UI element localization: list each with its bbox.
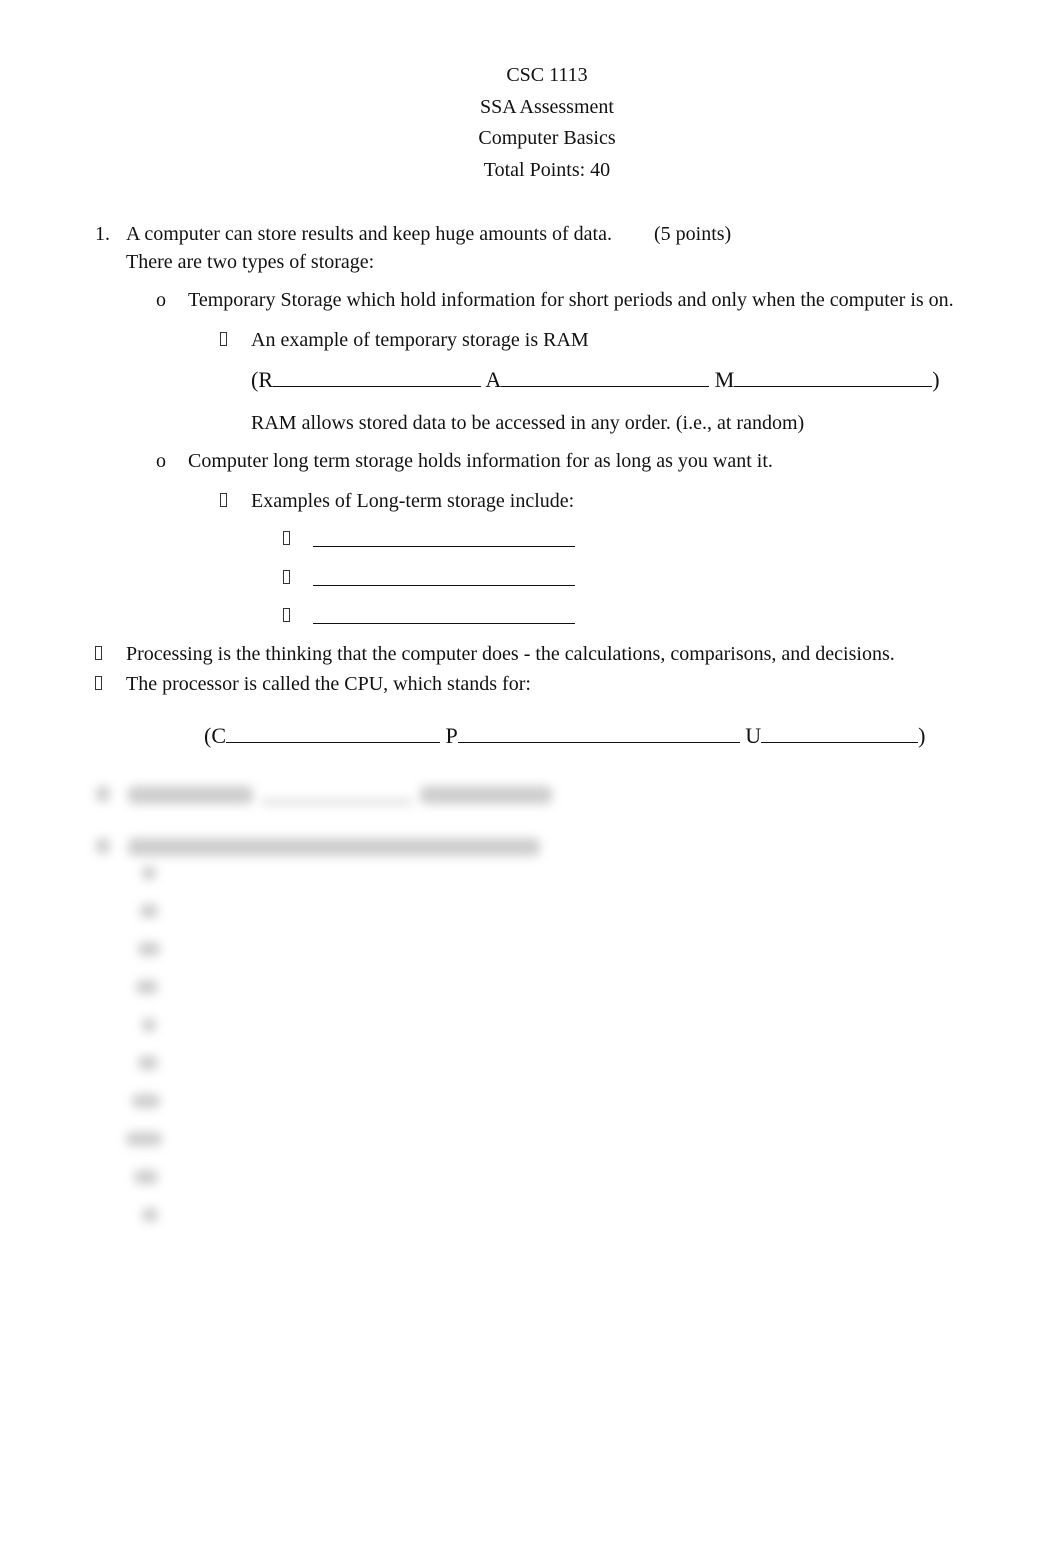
paren-close: ) xyxy=(932,367,940,392)
ram-letter-r: R xyxy=(258,367,274,392)
processing-text: Processing is the thinking that the comp… xyxy=(126,643,895,665)
blurred-list-marker xyxy=(140,904,158,918)
blurred-text xyxy=(128,838,540,856)
blurred-text xyxy=(420,786,552,804)
storage-intro: There are two types of storage: xyxy=(126,251,375,273)
blurred-list-marker xyxy=(126,1132,162,1146)
sub-bullet-icon: o xyxy=(156,450,166,472)
topic-title: Computer Basics xyxy=(478,127,616,149)
total-points: Total Points: 40 xyxy=(483,159,611,181)
cpu-letter-c: C xyxy=(211,723,227,748)
assessment-title: SSA Assessment xyxy=(480,96,614,118)
ram-blank-r[interactable] xyxy=(273,368,482,387)
bullet-square-icon xyxy=(95,676,102,690)
blurred-list-marker xyxy=(142,866,156,880)
cpu-blank-p[interactable] xyxy=(457,724,740,743)
question-points: (5 points) xyxy=(654,223,732,245)
blurred-list-marker xyxy=(136,980,158,994)
ram-note: RAM allows stored data to be accessed in… xyxy=(251,412,805,434)
bullet-square-icon xyxy=(283,608,290,622)
sub-bullet-icon: o xyxy=(156,289,166,311)
cpu-acronym-fill: (C P U) xyxy=(204,724,925,748)
bullet-square-icon xyxy=(220,493,227,507)
ram-letter-m: M xyxy=(714,367,735,392)
cpu-blank-u[interactable] xyxy=(761,724,919,743)
cpu-letter-u: U xyxy=(745,723,762,748)
ram-letter-a: A xyxy=(485,367,502,392)
paren-close: ) xyxy=(918,723,926,748)
blurred-blank xyxy=(262,800,412,804)
bullet-square-icon xyxy=(220,332,227,346)
bullet-square-icon xyxy=(283,570,290,584)
ram-example-text: An example of temporary storage is RAM xyxy=(251,329,589,351)
blurred-list-marker xyxy=(138,942,160,956)
long-term-answer-blank-3[interactable] xyxy=(313,605,575,624)
bullet-square-icon xyxy=(95,646,102,660)
blurred-list-marker xyxy=(142,1018,156,1032)
question-number: 1. xyxy=(95,223,110,245)
ram-acronym-fill: (R A M) xyxy=(251,368,940,392)
question-text: A computer can store results and keep hu… xyxy=(126,223,612,245)
bullet-square-icon xyxy=(283,531,290,545)
blurred-list-marker xyxy=(132,1094,160,1108)
cpu-letter-p: P xyxy=(445,723,458,748)
blurred-list-marker xyxy=(134,1170,158,1184)
course-code: CSC 1113 xyxy=(506,64,588,86)
blurred-list-marker xyxy=(138,1056,158,1070)
cpu-blank-c[interactable] xyxy=(226,724,441,743)
long-term-storage-text: Computer long term storage holds informa… xyxy=(188,450,773,472)
blurred-text xyxy=(128,786,253,804)
long-term-examples-intro: Examples of Long-term storage include: xyxy=(251,490,575,512)
blurred-bullet xyxy=(96,786,110,802)
ram-blank-m[interactable] xyxy=(734,368,933,387)
blurred-list-marker xyxy=(142,1208,158,1222)
long-term-answer-blank-2[interactable] xyxy=(313,567,575,586)
blurred-bullet xyxy=(96,838,110,854)
cpu-text: The processor is called the CPU, which s… xyxy=(126,673,531,695)
long-term-answer-blank-1[interactable] xyxy=(313,528,575,547)
ram-blank-a[interactable] xyxy=(501,368,710,387)
temporary-storage-text: Temporary Storage which hold information… xyxy=(188,289,954,311)
